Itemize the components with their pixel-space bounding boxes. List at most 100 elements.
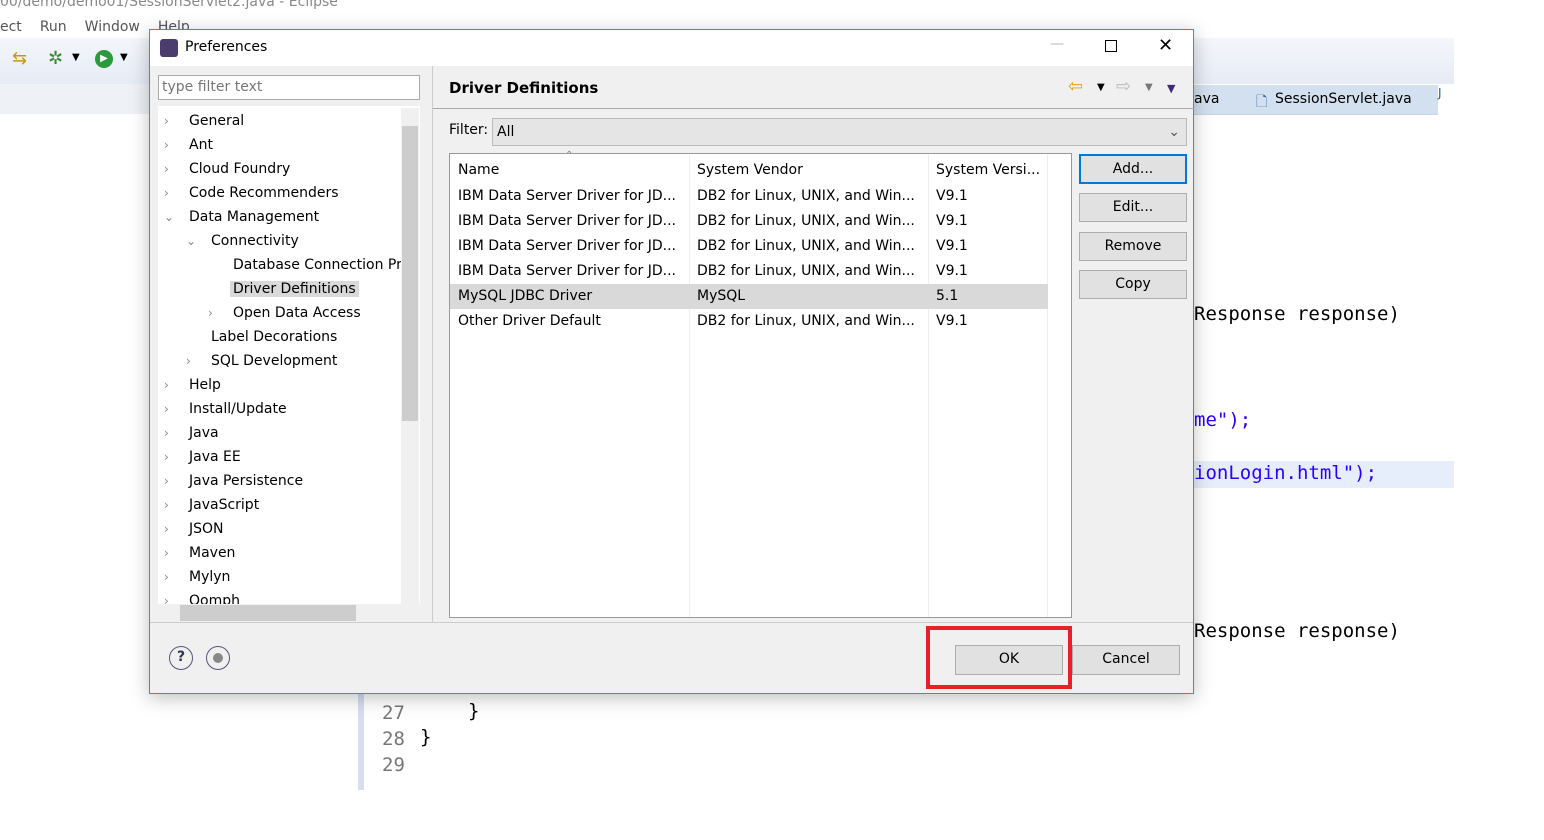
collapsed-chevron-icon[interactable]: ›	[164, 445, 178, 469]
collapsed-chevron-icon[interactable]: ›	[208, 301, 222, 325]
collapsed-chevron-icon[interactable]: ›	[164, 421, 178, 445]
run-icon[interactable]: ▶	[95, 50, 113, 68]
tree-item[interactable]: › Maven	[164, 541, 238, 565]
collapsed-chevron-icon[interactable]: ›	[164, 493, 178, 517]
step-icon[interactable]: ⇆	[12, 48, 27, 69]
collapsed-chevron-icon[interactable]: ›	[164, 469, 178, 493]
tree-item-label: SQL Development	[211, 353, 338, 369]
table-cell: IBM Data Server Driver for JD...	[458, 213, 676, 229]
tree-item[interactable]: › Java EE	[164, 445, 244, 469]
collapsed-chevron-icon[interactable]: ›	[164, 133, 178, 157]
tree-item-label: Open Data Access	[233, 305, 361, 321]
tree-vscrollbar[interactable]	[401, 108, 419, 604]
tree-item[interactable]: › Code Recommenders	[164, 181, 342, 205]
table-row[interactable]: Other Driver Default DB2 for Linux, UNIX,…	[450, 309, 1048, 334]
table-cell: MySQL JDBC Driver	[458, 288, 593, 304]
column-header[interactable]: System Versi...	[936, 156, 1040, 184]
tree-item[interactable]: Database Connection Pr	[208, 253, 405, 277]
tree-item[interactable]: › Install/Update	[164, 397, 290, 421]
edit-button[interactable]: Edit...	[1079, 193, 1187, 222]
tree-item[interactable]: › Java Persistence	[164, 469, 306, 493]
filter-label: Filter:	[449, 122, 489, 138]
editor-tab-active[interactable]: J	[1438, 86, 1442, 100]
menu-item[interactable]: ect	[0, 19, 22, 35]
add-button[interactable]: Add...	[1079, 154, 1187, 184]
tree-item[interactable]: ⌄ Connectivity	[186, 229, 302, 253]
tree-item-label: Java Persistence	[189, 473, 304, 489]
tree-item[interactable]: › General	[164, 109, 247, 133]
tree-item[interactable]: › Cloud Foundry	[164, 157, 293, 181]
collapsed-chevron-icon[interactable]: ›	[164, 109, 178, 133]
forward-icon[interactable]: ⇨	[1116, 76, 1131, 97]
editor-ruler	[358, 694, 364, 790]
close-button[interactable]: ✕	[1158, 35, 1173, 56]
tree-item[interactable]: › Ant	[164, 133, 216, 157]
help-icon[interactable]: ?	[169, 646, 193, 670]
code-line: Response response)	[1194, 303, 1400, 325]
collapsed-chevron-icon[interactable]: ›	[164, 157, 178, 181]
filter-input[interactable]: type filter text	[158, 75, 420, 100]
tree-item[interactable]: › Mylyn	[164, 565, 233, 589]
tree-item-label: Maven	[189, 545, 236, 561]
collapsed-chevron-icon[interactable]: ›	[164, 397, 178, 421]
tree-item-label: Java	[189, 425, 219, 441]
run-dropdown-icon[interactable]: ▼	[120, 52, 128, 63]
collapsed-chevron-icon[interactable]: ›	[164, 517, 178, 541]
table-cell: DB2 for Linux, UNIX, and Win...	[697, 213, 915, 229]
expanded-chevron-icon[interactable]: ⌄	[164, 205, 178, 229]
column-header[interactable]: System Vendor	[697, 156, 803, 184]
collapsed-chevron-icon[interactable]: ›	[186, 349, 200, 373]
collapsed-chevron-icon[interactable]: ›	[164, 181, 178, 205]
tree-item-label: Ant	[189, 137, 213, 153]
tree-item[interactable]: ⌄ Data Management	[164, 205, 322, 229]
table-cell: Other Driver Default	[458, 313, 601, 329]
code-brace: }	[468, 700, 480, 722]
maximize-button[interactable]	[1105, 40, 1117, 52]
table-row[interactable]: IBM Data Server Driver for JD... DB2 for …	[450, 234, 1048, 259]
copy-button[interactable]: Copy	[1079, 270, 1187, 299]
code-line: me");	[1194, 409, 1252, 431]
back-icon[interactable]: ⇦	[1068, 76, 1083, 97]
java-file-icon: 🗋	[1256, 94, 1268, 110]
editor-tabs: ava 🗋 SessionServlet.java J	[1194, 85, 1454, 115]
tree-item[interactable]: › SQL Development	[186, 349, 340, 373]
tree-item-label: Data Management	[189, 209, 320, 225]
debug-dropdown-icon[interactable]: ▼	[72, 52, 80, 63]
tree-item[interactable]: › Open Data Access	[208, 301, 364, 325]
tree-item[interactable]: › Help	[164, 373, 224, 397]
tree-item[interactable]: Driver Definitions	[208, 277, 359, 301]
editor-tab-sessionservlet[interactable]: SessionServlet.java	[1275, 91, 1412, 107]
table-row[interactable]: MySQL JDBC Driver MySQL 5.1	[450, 284, 1048, 309]
view-menu-icon[interactable]: ▼	[1167, 82, 1175, 95]
table-row[interactable]: IBM Data Server Driver for JD... DB2 for …	[450, 209, 1048, 234]
expanded-chevron-icon[interactable]: ⌄	[186, 229, 200, 253]
tree-item[interactable]: › Java	[164, 421, 222, 445]
collapsed-chevron-icon[interactable]: ›	[164, 541, 178, 565]
back-dropdown-icon[interactable]: ▼	[1097, 82, 1105, 93]
tree-item[interactable]: › JSON	[164, 517, 227, 541]
page-title: Driver Definitions	[449, 79, 599, 97]
collapsed-chevron-icon[interactable]: ›	[164, 565, 178, 589]
table-cell: V9.1	[936, 213, 968, 229]
collapsed-chevron-icon[interactable]: ›	[164, 373, 178, 397]
menu-item[interactable]: Window	[85, 19, 140, 35]
import-export-icon[interactable]	[206, 646, 230, 670]
menu-item[interactable]: Run	[40, 19, 67, 35]
filter-select[interactable]: All ⌄	[492, 118, 1187, 146]
column-header[interactable]: Name	[458, 156, 499, 184]
remove-button[interactable]: Remove	[1079, 232, 1187, 261]
scroll-thumb[interactable]	[402, 126, 418, 421]
table-row[interactable]: IBM Data Server Driver for JD... DB2 for …	[450, 259, 1048, 284]
debug-icon[interactable]: ✲	[48, 48, 63, 69]
code-line: ionLogin.html");	[1194, 462, 1378, 484]
table-cell: DB2 for Linux, UNIX, and Win...	[697, 238, 915, 254]
forward-dropdown-icon[interactable]: ▼	[1145, 82, 1153, 93]
editor-tab[interactable]: ava	[1194, 91, 1219, 107]
tree-item-label: Connectivity	[211, 233, 299, 249]
cancel-button[interactable]: Cancel	[1072, 645, 1180, 675]
tree-item[interactable]: › JavaScript	[164, 493, 262, 517]
table-row[interactable]: IBM Data Server Driver for JD... DB2 for …	[450, 184, 1048, 209]
tree-hscrollbar[interactable]	[158, 604, 420, 622]
minimize-button[interactable]: —	[1050, 36, 1064, 52]
tree-item[interactable]: Label Decorations	[186, 325, 340, 349]
